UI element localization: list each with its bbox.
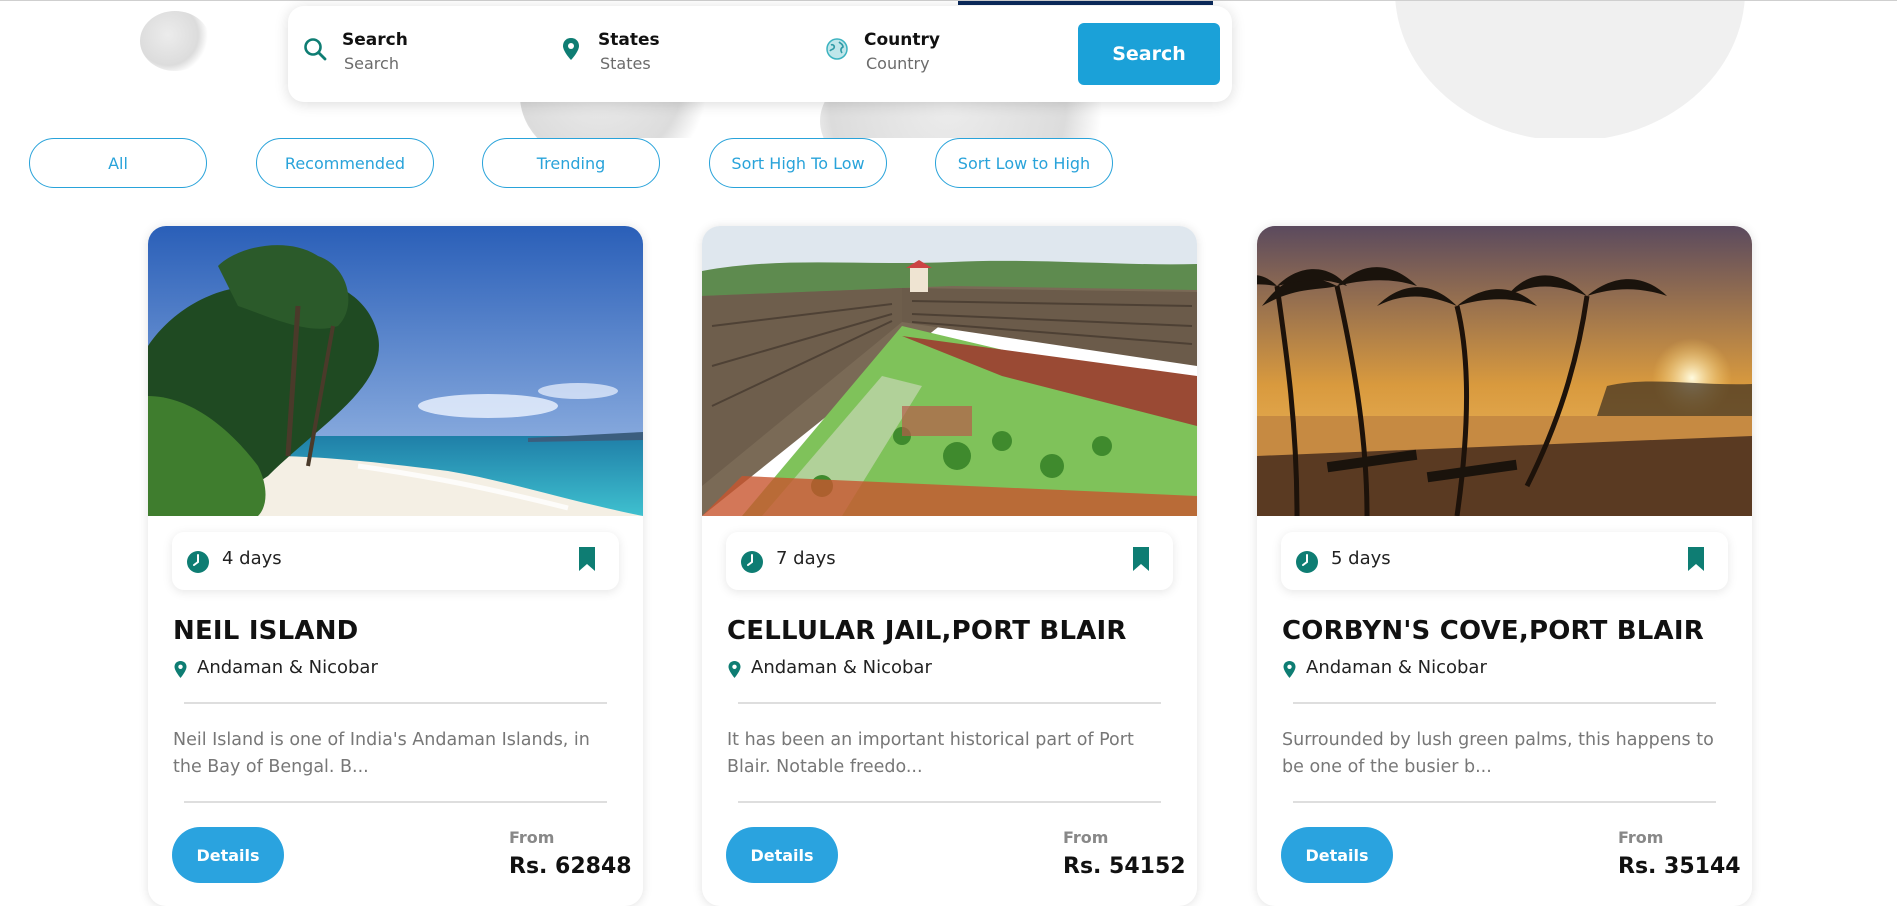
details-button[interactable]: Details [172,827,284,883]
jail-photo [702,226,1197,516]
duration-text: 4 days [222,548,282,569]
divider [738,702,1161,704]
states-field[interactable]: States States [558,28,738,80]
search-button[interactable]: Search [1078,23,1220,85]
price-from-label: From [1618,828,1664,847]
tour-title: CORBYN'S COVE,PORT BLAIR [1282,616,1704,646]
tour-price: Rs. 62848 [509,854,632,879]
states-field-placeholder[interactable]: States [600,54,651,73]
divider [184,702,607,704]
country-field-label: Country [864,30,940,50]
search-icon [304,38,327,61]
filter-sort-low-to-high[interactable]: Sort Low to High [935,138,1113,188]
tour-card[interactable]: 4 days NEIL ISLAND Andaman & Nicobar Nei… [148,226,643,906]
tour-title: CELLULAR JAIL,PORT BLAIR [727,616,1127,646]
tour-description: Neil Island is one of India's Andaman Is… [173,730,590,777]
globe-icon [826,38,848,60]
country-field[interactable]: Country Country [824,28,1004,80]
duration-text: 7 days [776,548,836,569]
search-panel: Search Search States States Country Coun… [288,6,1232,102]
map-pin-icon [563,38,579,60]
search-field[interactable]: Search Search [302,28,482,80]
country-field-placeholder[interactable]: Country [866,54,930,73]
price-from-label: From [1063,828,1109,847]
bookmark-icon[interactable] [1687,546,1705,572]
top-accent-bar [958,1,1213,5]
clock-icon [1296,551,1318,573]
tour-card[interactable]: 5 days CORBYN'S COVE,PORT BLAIR Andaman … [1257,226,1752,906]
duration-bar: 4 days [172,532,619,590]
sunset-palms-photo [1257,226,1752,516]
clock-icon [187,551,209,573]
bookmark-icon[interactable] [578,546,596,572]
states-field-label: States [598,30,660,50]
price-from-label: From [509,828,555,847]
duration-bar: 7 days [726,532,1173,590]
filter-recommended[interactable]: Recommended [256,138,434,188]
moon-decoration [1395,1,1745,138]
divider [1293,702,1716,704]
duration-text: 5 days [1331,548,1391,569]
divider [738,801,1161,803]
details-button[interactable]: Details [1281,827,1393,883]
search-field-placeholder[interactable]: Search [344,54,399,73]
location-pin-icon [728,661,741,678]
search-field-label: Search [342,30,408,50]
tour-description: Surrounded by lush green palms, this hap… [1282,730,1714,777]
filter-trending[interactable]: Trending [482,138,660,188]
tour-description: It has been an important historical part… [727,730,1134,777]
location-text: Andaman & Nicobar [1306,657,1487,678]
duration-bar: 5 days [1281,532,1728,590]
tour-price: Rs. 54152 [1063,854,1186,879]
beach-photo [148,226,643,516]
location-text: Andaman & Nicobar [751,657,932,678]
divider [184,801,607,803]
tour-price: Rs. 35144 [1618,854,1741,879]
filter-sort-high-to-low[interactable]: Sort High To Low [709,138,887,188]
filter-all[interactable]: All [29,138,207,188]
tour-title: NEIL ISLAND [173,616,359,646]
divider [1293,801,1716,803]
filter-bar: All Recommended Trending Sort High To Lo… [0,138,1897,190]
location-text: Andaman & Nicobar [197,657,378,678]
location-pin-icon [174,661,187,678]
cloud-decoration [140,11,210,71]
details-button[interactable]: Details [726,827,838,883]
tour-card[interactable]: 7 days CELLULAR JAIL,PORT BLAIR Andaman … [702,226,1197,906]
location-pin-icon [1283,661,1296,678]
bookmark-icon[interactable] [1132,546,1150,572]
clock-icon [741,551,763,573]
